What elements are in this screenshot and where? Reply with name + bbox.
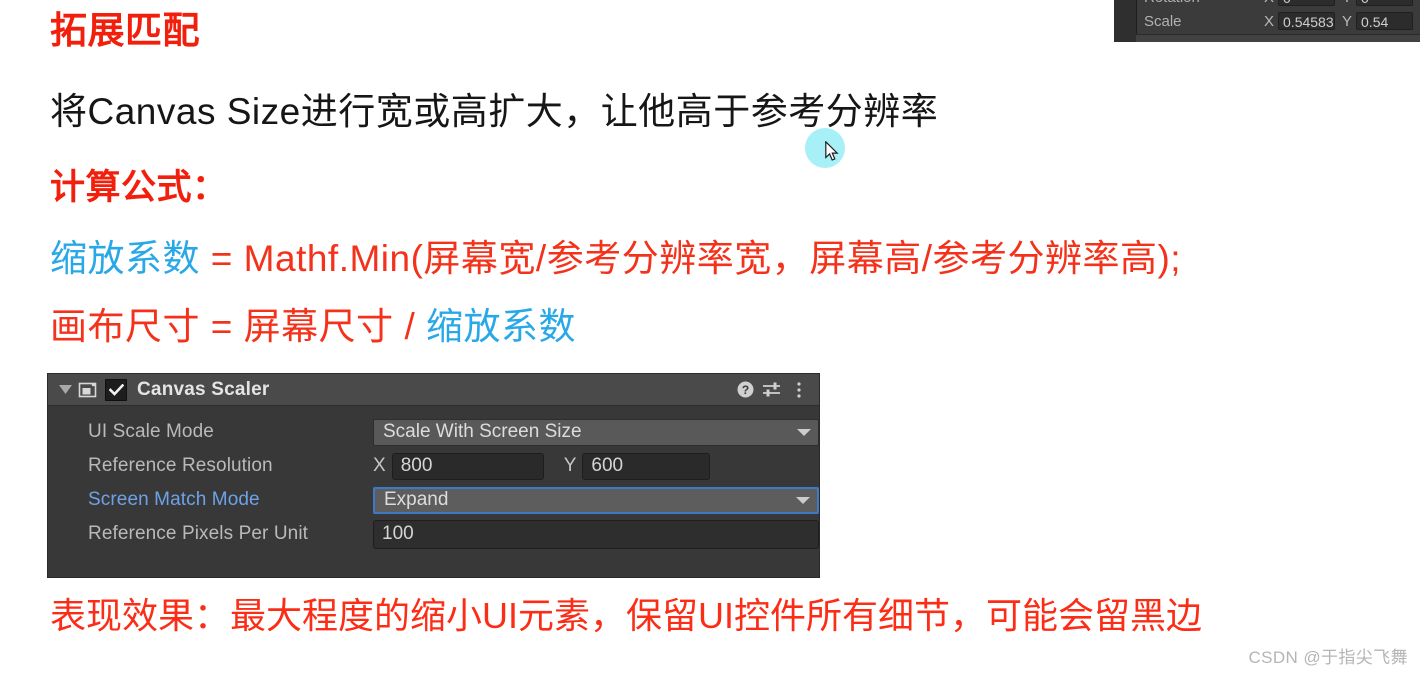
rotation-label: Rotation [1144,0,1264,6]
row-reference-pixels-per-unit: Reference Pixels Per Unit 100 [48,517,819,551]
preset-icon[interactable] [760,378,784,402]
screen-match-mode-label: Screen Match Mode [88,489,260,510]
chevron-down-icon [797,428,811,436]
chevron-down-icon [796,496,810,504]
rotation-x-field[interactable]: 0 [1278,0,1335,6]
canvas-scaler-title: Canvas Scaler [137,378,270,400]
formula-section-heading: 计算公式： [50,168,228,207]
reference-pixels-per-unit-label: Reference Pixels Per Unit [88,523,309,544]
csdn-watermark: CSDN @于指尖飞舞 [1248,648,1408,667]
mouse-pointer-icon [825,141,839,161]
reference-pixels-per-unit-input[interactable]: 100 [373,519,819,549]
scale-x-field[interactable]: 0.545833 [1278,12,1335,30]
rotation-y-axis-label: Y [1342,0,1352,6]
canvas-component-header-partial [1136,35,1420,42]
page-title: 拓展匹配 [50,10,200,51]
ui-scale-mode-value: Scale With Screen Size [383,421,582,442]
more-menu-icon[interactable] [787,378,811,402]
transform-row-scale: Scale X 0.545833 Y 0.54 [1144,10,1420,32]
formula-scale-factor: 缩放系数 = Mathf.Min(屏幕宽/参考分辨率宽，屏幕高/参考分辨率高); [50,240,1181,277]
formula-canvas-size: 画布尺寸 = 屏幕尺寸 / 缩放系数 [50,308,576,345]
formula-scale-term: 缩放系数 [50,238,200,279]
formula-canvas-term: 缩放系数 [426,306,577,347]
formula-canvas-expression: 画布尺寸 = 屏幕尺寸 / [50,306,427,347]
inspector-left-gutter [1114,0,1137,42]
scale-x-axis-label: X [1264,12,1275,30]
row-reference-resolution: Reference Resolution X 800 Y 600 [48,449,819,483]
rotation-x-axis-label: X [1264,0,1274,6]
reference-resolution-label: Reference Resolution [88,455,273,476]
click-highlight-circle [805,128,845,168]
row-screen-match-mode: Screen Match Mode Expand [48,483,819,517]
canvas-scaler-enabled-checkbox[interactable] [105,378,127,401]
transform-row-rotation: Rotation X 0 Y 0 [1144,0,1420,8]
canvas-scaler-inspector-panel: Canvas Scaler ? UI Scale Mode Scale With… [47,373,820,578]
scale-label: Scale [1144,12,1182,30]
screen-match-mode-value: Expand [384,489,449,510]
transform-inspector-panel: Rotation X 0 Y 0 Scale X 0.545833 Y 0.54 [1114,0,1420,42]
formula-scale-expression: = Mathf.Min(屏幕宽/参考分辨率宽，屏幕高/参考分辨率高); [200,238,1182,279]
canvas-scaler-properties: UI Scale Mode Scale With Screen Size Ref… [48,406,819,551]
mouse-cursor-layer [805,128,851,174]
row-ui-scale-mode: UI Scale Mode Scale With Screen Size [48,415,819,449]
rotation-y-field[interactable]: 0 [1356,0,1413,6]
reference-resolution-y-input[interactable]: 600 [582,452,711,480]
reference-resolution-x-input[interactable]: 800 [391,452,544,480]
description-line: 将Canvas Size进行宽或高扩大，让他高于参考分辨率 [50,91,939,132]
foldout-triangle-icon[interactable] [57,382,73,398]
scale-y-axis-label: Y [1342,12,1353,30]
canvas-scaler-header[interactable]: Canvas Scaler ? [48,374,819,406]
screen-match-mode-dropdown[interactable]: Expand [373,486,819,514]
reference-resolution-x-axis-label: X [373,455,386,476]
canvas-scaler-component-icon [77,379,99,401]
scale-y-field[interactable]: 0.54 [1356,12,1413,30]
svg-text:?: ? [741,383,748,397]
ui-scale-mode-label: UI Scale Mode [88,421,214,442]
result-note: 表现效果：最大程度的缩小UI元素，保留UI控件所有细节，可能会留黑边 [50,595,1203,636]
help-icon[interactable]: ? [733,378,757,402]
ui-scale-mode-dropdown[interactable]: Scale With Screen Size [373,418,819,446]
reference-resolution-y-axis-label: Y [563,455,577,476]
